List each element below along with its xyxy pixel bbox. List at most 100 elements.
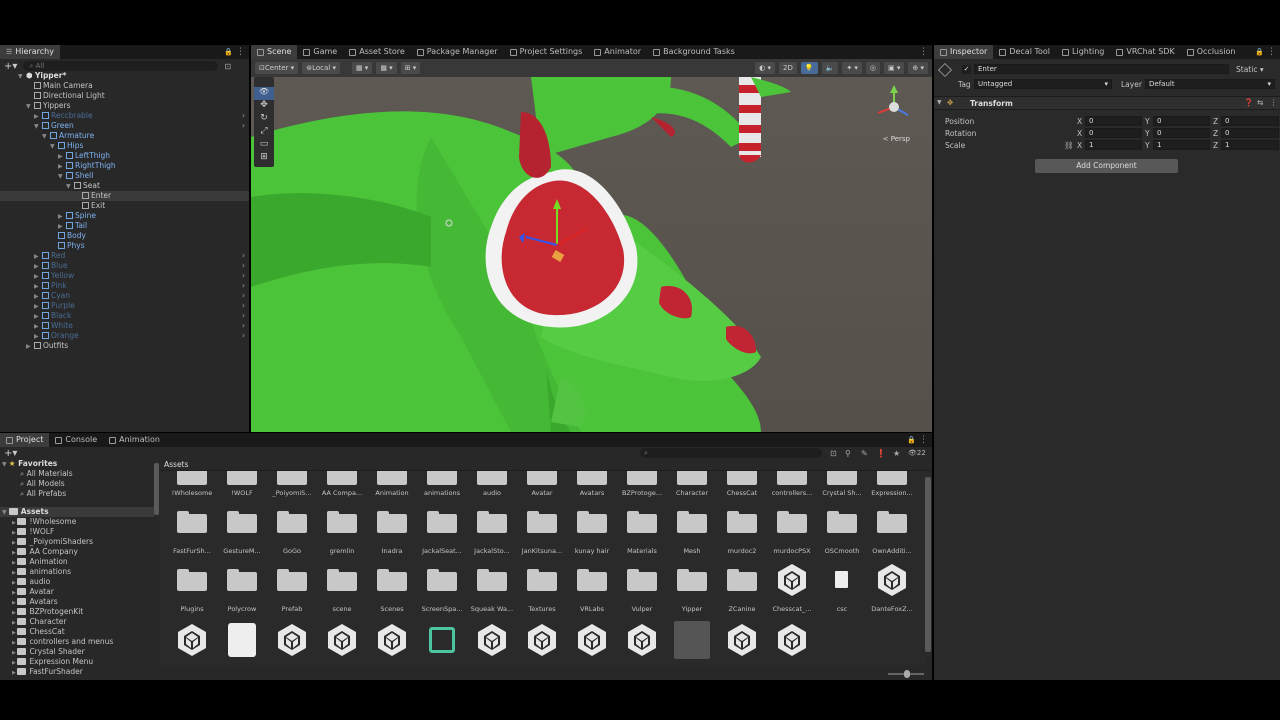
hierarchy-row[interactable]: ▶ Reccbrable › <box>0 111 249 121</box>
folder-tree-item[interactable]: ▶ Avatars <box>12 597 58 607</box>
hierarchy-row[interactable]: Enter <box>0 191 249 201</box>
folder-tree-item[interactable]: ▶ Expression Menu <box>12 657 93 667</box>
hierarchy-row[interactable]: Directional Light <box>0 91 249 101</box>
expand-chevron-icon[interactable]: › <box>242 301 245 311</box>
rect-tool-icon[interactable]: ▭ <box>254 139 274 152</box>
scale-x-field[interactable]: 1 <box>1085 140 1142 150</box>
hierarchy-row[interactable]: ▶ LeftThigh <box>0 151 249 161</box>
favorite-item[interactable]: ⌕ All Prefabs <box>20 489 66 499</box>
more-menu-icon[interactable]: ⋮ <box>1267 45 1276 59</box>
hierarchy-row[interactable]: ▼ Armature <box>0 131 249 141</box>
tab-project-settings[interactable]: Project Settings <box>504 45 589 59</box>
grid-snap-button[interactable]: ▦ ▾ <box>351 62 373 74</box>
hidden-count-badge[interactable]: 👁22 <box>908 449 926 457</box>
hierarchy-row[interactable]: ▼ Green › <box>0 121 249 131</box>
info-icon[interactable]: ❗ <box>876 449 886 458</box>
search-by-label-icon[interactable]: ⚲ <box>845 449 851 458</box>
hidden-objects-toggle[interactable]: ◎ <box>865 62 881 74</box>
search-by-type-icon[interactable]: ⊡ <box>830 449 837 458</box>
pivot-dropdown[interactable]: ⊡Center ▾ <box>255 62 299 74</box>
project-search-input[interactable]: ⌕ <box>640 448 822 458</box>
hierarchy-row[interactable]: ▼ Shell <box>0 171 249 181</box>
search-filter-icon[interactable]: ⊡ <box>224 62 231 71</box>
constrain-proportions-icon[interactable]: ⛓ <box>1064 141 1074 150</box>
expand-chevron-icon[interactable]: › <box>242 271 245 281</box>
hierarchy-search-input[interactable]: ⌕ All <box>23 61 219 71</box>
tab-animation[interactable]: Animation <box>103 433 166 447</box>
expand-chevron-icon[interactable]: › <box>242 251 245 261</box>
scale-y-field[interactable]: 1 <box>1153 140 1210 150</box>
folder-tree-item[interactable]: ▶ Animation <box>12 557 68 567</box>
position-z-field[interactable]: 0 <box>1221 116 1279 126</box>
hierarchy-row[interactable]: ▶ RightThigh <box>0 161 249 171</box>
hierarchy-row[interactable]: ▶ Spine <box>0 211 249 221</box>
slider-thumb[interactable] <box>904 670 910 678</box>
hierarchy-row[interactable]: ▼ Seat <box>0 181 249 191</box>
rotation-z-field[interactable]: 0 <box>1221 128 1279 138</box>
shading-mode-dropdown[interactable]: ◐ ▾ <box>755 62 776 74</box>
folder-tree-item[interactable]: ▶ animations <box>12 567 71 577</box>
hierarchy-row[interactable]: ▶ Purple › <box>0 301 249 311</box>
favorite-star-icon[interactable]: ★ <box>893 449 900 458</box>
expand-chevron-icon[interactable]: › <box>242 321 245 331</box>
tab-decal-tool[interactable]: Decal Tool <box>993 45 1056 59</box>
create-icon[interactable]: +▾ <box>4 448 17 459</box>
hierarchy-row[interactable]: ▼ Yippers <box>0 101 249 111</box>
position-x-field[interactable]: 0 <box>1085 116 1142 126</box>
hierarchy-row[interactable]: ▼ ⬢ Yipper* <box>0 71 249 81</box>
folder-tree-item[interactable]: ▶ FastFurShader <box>12 667 83 677</box>
folder-tree-item[interactable]: ▶ ChessCat <box>12 627 65 637</box>
add-component-button[interactable]: Add Component <box>1035 159 1178 173</box>
scale-tool-icon[interactable]: ⤢ <box>254 126 274 139</box>
expand-chevron-icon[interactable]: › <box>242 111 245 121</box>
folder-tree-item[interactable]: ▶ controllers and menus <box>12 637 113 647</box>
folder-tree-item[interactable]: ▶ BZProtogenKit <box>12 607 83 617</box>
folder-tree-item[interactable]: ▶ !WOLF <box>12 527 54 537</box>
hierarchy-row[interactable]: ▶ Yellow › <box>0 271 249 281</box>
tab-package-manager[interactable]: Package Manager <box>411 45 504 59</box>
object-name-field[interactable]: Enter <box>974 64 1229 74</box>
scale-z-field[interactable]: 1 <box>1221 140 1279 150</box>
hierarchy-row[interactable]: ▼ Hips <box>0 141 249 151</box>
expand-chevron-icon[interactable]: › <box>242 121 245 131</box>
tab-lighting[interactable]: Lighting <box>1056 45 1110 59</box>
hierarchy-row[interactable]: Body <box>0 231 249 241</box>
tab-inspector[interactable]: Inspector <box>934 45 994 59</box>
folder-tree-item[interactable]: ▶ AA Company <box>12 547 78 557</box>
tag-icon[interactable]: ✎ <box>861 449 868 458</box>
hierarchy-row[interactable]: Phys <box>0 241 249 251</box>
tab-vrchat-sdk[interactable]: VRChat SDK <box>1110 45 1180 59</box>
gizmos-dropdown[interactable]: ⊕ ▾ <box>908 62 928 74</box>
favorite-item[interactable]: ⌕ All Models <box>20 479 65 489</box>
hierarchy-row[interactable]: ▶ Cyan › <box>0 291 249 301</box>
more-menu-icon[interactable]: ⋮ <box>919 433 928 447</box>
lighting-toggle[interactable]: 💡 <box>800 62 818 74</box>
hierarchy-row[interactable]: ▶ Tail <box>0 221 249 231</box>
foldout-arrow-icon[interactable]: ▶ <box>26 342 34 352</box>
expand-chevron-icon[interactable]: › <box>242 291 245 301</box>
preset-icon[interactable]: ⇆ <box>1257 98 1263 107</box>
grid-button[interactable]: ▦ ▾ <box>376 62 397 74</box>
tab-project[interactable]: Project <box>0 433 50 447</box>
mode-2d-toggle[interactable]: 2D <box>779 62 797 74</box>
grid-scrollbar[interactable] <box>925 477 931 652</box>
hierarchy-row[interactable]: ▶ Outfits <box>0 341 249 351</box>
expand-chevron-icon[interactable]: › <box>242 261 245 271</box>
view-tool-icon[interactable]: 👁 <box>254 87 274 100</box>
folder-tree-item[interactable]: ▶ Character <box>12 617 66 627</box>
breadcrumb-assets[interactable]: Assets <box>164 460 188 469</box>
tab-occlusion[interactable]: Occlusion <box>1181 45 1242 59</box>
active-checkbox[interactable]: ✓ <box>962 65 971 74</box>
lock-icon[interactable]: 🔒 <box>907 433 916 447</box>
tab-console[interactable]: Console <box>49 433 103 447</box>
hierarchy-row[interactable]: ▶ Pink › <box>0 281 249 291</box>
folder-tree-item[interactable]: ▶ !Wholesome <box>12 517 76 527</box>
folder-tree-item[interactable]: ▶ Avatar <box>12 587 54 597</box>
hierarchy-row[interactable]: ▶ Orange › <box>0 331 249 341</box>
layer-dropdown[interactable]: Default ▾ <box>1145 79 1275 89</box>
position-y-field[interactable]: 0 <box>1153 116 1210 126</box>
increment-snap-button[interactable]: ⊞ ▾ <box>400 62 421 74</box>
assets-header[interactable]: ▼ Assets <box>0 507 154 517</box>
hierarchy-row[interactable]: ▶ Black › <box>0 311 249 321</box>
lock-icon[interactable]: 🔒 <box>224 45 233 59</box>
